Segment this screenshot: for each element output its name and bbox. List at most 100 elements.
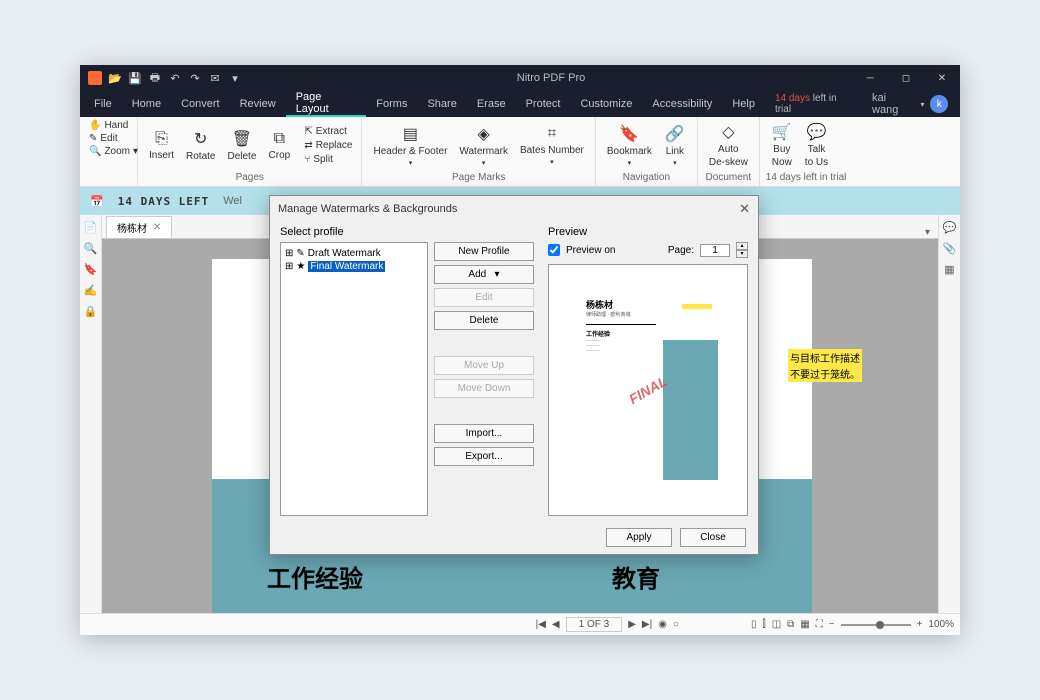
layers-icon[interactable]: ▦ <box>944 263 954 276</box>
spin-up-icon[interactable]: ▴ <box>736 242 748 250</box>
rotate-button[interactable]: ↻Rotate <box>181 127 220 164</box>
buy-button[interactable]: 🛒BuyNow <box>766 120 798 170</box>
menubar: File Home Convert Review Page Layout For… <box>80 91 960 117</box>
nav-fwd-icon[interactable]: ○ <box>673 619 679 630</box>
talk-button[interactable]: 💬Talkto Us <box>800 120 833 170</box>
nav-back-icon[interactable]: ◉ <box>658 619 667 630</box>
zoom-tool[interactable]: 🔍Zoom ▾ <box>86 145 131 158</box>
menu-customize[interactable]: Customize <box>570 91 642 117</box>
bates-button[interactable]: ⌗Bates Number▾ <box>515 123 589 168</box>
next-page-icon[interactable]: ▶ <box>628 619 636 630</box>
last-page-icon[interactable]: ▶| <box>642 619 652 630</box>
hand-icon: ✋ <box>89 120 101 131</box>
new-profile-button[interactable]: New Profile <box>434 242 534 261</box>
bates-icon: ⌗ <box>547 125 556 143</box>
view-thumb-icon[interactable]: ▦ <box>800 619 809 630</box>
calendar-icon: 📅 <box>90 195 104 208</box>
open-icon[interactable]: 📂 <box>106 69 124 87</box>
bookmark-button[interactable]: 🔖Bookmark▾ <box>602 122 657 169</box>
first-page-icon[interactable]: |◀ <box>536 619 546 630</box>
extract-button[interactable]: ⇱Extract <box>301 125 355 138</box>
redo-icon[interactable]: ↷ <box>186 69 204 87</box>
link-button[interactable]: 🔗Link▾ <box>659 122 691 169</box>
signature-panel-icon[interactable]: ✍ <box>84 284 98 297</box>
menu-review[interactable]: Review <box>230 91 286 117</box>
tab-overflow-icon[interactable]: ▾ <box>917 227 938 238</box>
marks-group-label: Page Marks <box>368 171 588 184</box>
qat-dropdown-icon[interactable]: ▾ <box>226 69 244 87</box>
watermark-button[interactable]: ◈Watermark▾ <box>454 122 513 169</box>
split-button[interactable]: ⑂Split <box>301 153 355 166</box>
view-facing2-icon[interactable]: ⧉ <box>787 619 794 630</box>
menu-forms[interactable]: Forms <box>366 91 417 117</box>
zoom-out-icon[interactable]: − <box>829 619 835 630</box>
deskew-button[interactable]: ◇ Auto De-skew <box>704 119 753 171</box>
email-icon[interactable]: ✉ <box>206 69 224 87</box>
menu-help[interactable]: Help <box>722 91 765 117</box>
view-facing-icon[interactable]: ◫ <box>772 619 781 630</box>
menu-home[interactable]: Home <box>122 91 171 117</box>
menu-erase[interactable]: Erase <box>467 91 516 117</box>
view-single-icon[interactable]: ▯ <box>751 619 757 630</box>
view-full-icon[interactable]: ⛶ <box>816 619 823 630</box>
profile-final[interactable]: ⊞★Final Watermark <box>285 260 423 273</box>
profile-tree[interactable]: ⊞✎Draft Watermark ⊞★Final Watermark <box>280 242 428 516</box>
add-button[interactable]: Add ▾ <box>434 265 534 284</box>
prev-page-icon[interactable]: ◀ <box>552 619 560 630</box>
menu-convert[interactable]: Convert <box>171 91 230 117</box>
profile-draft[interactable]: ⊞✎Draft Watermark <box>285 247 423 260</box>
attachments-icon[interactable]: 📎 <box>943 242 957 255</box>
zoom-slider[interactable] <box>841 624 911 626</box>
view-continuous-icon[interactable]: ⫿ <box>762 619 765 630</box>
hand-tool[interactable]: ✋Hand <box>86 119 131 132</box>
page-label: Page: <box>668 245 694 256</box>
menu-protect[interactable]: Protect <box>516 91 571 117</box>
export-button[interactable]: Export... <box>434 447 534 466</box>
save-icon[interactable]: 💾 <box>126 69 144 87</box>
page-number-input[interactable] <box>700 244 730 257</box>
user-name: kai wang <box>872 92 914 116</box>
crop-button[interactable]: ⧉Crop <box>263 128 295 163</box>
menu-file[interactable]: File <box>84 91 122 117</box>
close-button[interactable]: ✕ <box>924 65 960 91</box>
dialog-close-icon[interactable]: ✕ <box>739 201 750 217</box>
close-dialog-button[interactable]: Close <box>680 528 746 547</box>
apply-button[interactable]: Apply <box>606 528 672 547</box>
chevron-down-icon: ▾ <box>920 100 924 109</box>
undo-icon[interactable]: ↶ <box>166 69 184 87</box>
user-menu[interactable]: kai wang ▾ k <box>864 92 956 116</box>
extract-icon: ⇱ <box>304 126 312 137</box>
menu-accessibility[interactable]: Accessibility <box>642 91 722 117</box>
dialog-right: Preview Preview on Page: ▴▾ 杨栋材 律师助理 · 欧… <box>548 226 748 516</box>
page-spinner[interactable]: ▴▾ <box>736 242 748 258</box>
comments-icon[interactable]: 💬 <box>943 221 957 234</box>
print-icon[interactable]: 🖶 <box>146 69 164 87</box>
bookmarks-panel-icon[interactable]: 🔖 <box>84 263 98 276</box>
document-tab[interactable]: 杨栋材 ✕ <box>106 216 172 238</box>
spin-down-icon[interactable]: ▾ <box>736 250 748 258</box>
edit-tool[interactable]: ✎Edit <box>86 132 131 145</box>
insert-button[interactable]: ⎘Insert <box>144 128 179 163</box>
replace-button[interactable]: ⇄Replace <box>301 139 355 152</box>
pages-panel-icon[interactable]: 📄 <box>84 221 98 234</box>
delete-button[interactable]: 🗑Delete <box>222 127 261 164</box>
menu-page-layout[interactable]: Page Layout <box>286 91 367 117</box>
zoom-level[interactable]: 100% <box>928 619 954 630</box>
secure-panel-icon[interactable]: 🔒 <box>84 305 98 318</box>
tab-close-icon[interactable]: ✕ <box>153 222 161 233</box>
expand-icon[interactable]: ⊞ <box>285 261 293 272</box>
import-button[interactable]: Import... <box>434 424 534 443</box>
minimize-button[interactable]: ─ <box>852 65 888 91</box>
zoom-in-icon[interactable]: + <box>917 619 923 630</box>
menu-share[interactable]: Share <box>417 91 466 117</box>
expand-icon[interactable]: ⊞ <box>285 248 293 259</box>
page-indicator[interactable]: 1 OF 3 <box>566 617 623 632</box>
search-panel-icon[interactable]: 🔍 <box>84 242 98 255</box>
header-footer-button[interactable]: ▤Header & Footer▾ <box>368 122 452 169</box>
app-window: 📂 💾 🖶 ↶ ↷ ✉ ▾ Nitro PDF Pro ─ ◻ ✕ File H… <box>80 65 960 635</box>
preview-on-checkbox[interactable] <box>548 244 560 256</box>
watermark-icon: ◈ <box>478 124 490 144</box>
move-up-button: Move Up <box>434 356 534 375</box>
maximize-button[interactable]: ◻ <box>888 65 924 91</box>
delete-profile-button[interactable]: Delete <box>434 311 534 330</box>
